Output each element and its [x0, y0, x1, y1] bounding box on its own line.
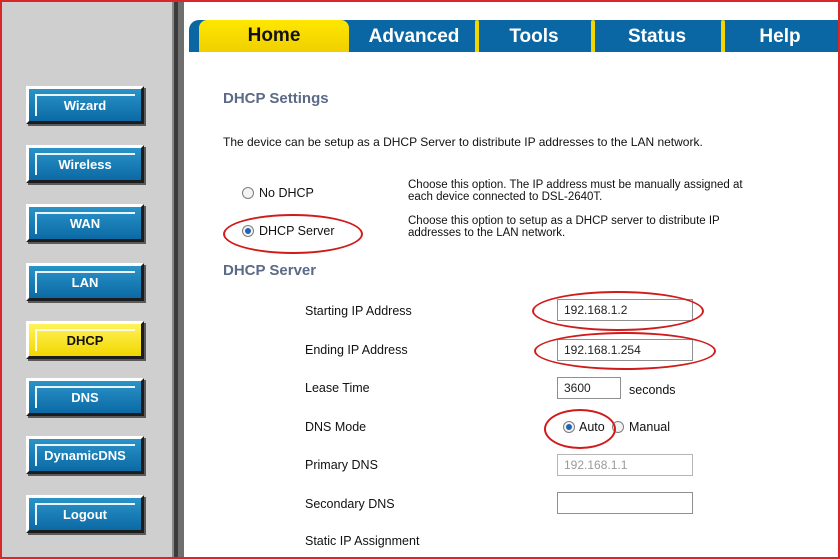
nav-dynamicdns-button[interactable]: DynamicDNS	[26, 436, 144, 474]
nav-lan-label: LAN	[71, 274, 99, 290]
sidebar: Wizard Wireless WAN LAN DHCP DNS Dynamic…	[2, 2, 184, 557]
main-content: DHCP Settings The device can be setup as…	[189, 52, 838, 557]
dns-mode-label: DNS Mode	[305, 420, 367, 434]
dhcp-server-label: DHCP Server	[259, 224, 335, 238]
nav-wizard-button[interactable]: Wizard	[26, 86, 144, 124]
nav-lan-button[interactable]: LAN	[26, 263, 144, 301]
static-ip-assignment-label: Static IP Assignment	[305, 534, 420, 548]
starting-ip-input[interactable]	[557, 299, 693, 321]
tab-home[interactable]: Home	[199, 20, 349, 52]
starting-ip-label: Starting IP Address	[305, 304, 412, 318]
dhcp-settings-description: The device can be setup as a DHCP Server…	[223, 135, 703, 149]
dhcp-server-desc-line1: Choose this option to setup as a DHCP se…	[408, 215, 720, 227]
tab-tools-label: Tools	[509, 26, 559, 47]
nav-wan-button[interactable]: WAN	[26, 204, 144, 242]
no-dhcp-description: Choose this option. The IP address must …	[408, 179, 743, 203]
nav-dns-button[interactable]: DNS	[26, 378, 144, 416]
nav-dhcp-button[interactable]: DHCP	[26, 321, 144, 359]
dhcp-server-radio[interactable]	[242, 225, 254, 237]
ending-ip-label: Ending IP Address	[305, 343, 408, 357]
tab-help[interactable]: Help	[725, 22, 835, 52]
dhcp-settings-heading: DHCP Settings	[223, 90, 329, 107]
tab-help-label: Help	[759, 26, 801, 47]
screenshot-frame: Wizard Wireless WAN LAN DHCP DNS Dynamic…	[0, 0, 840, 559]
dns-manual-label: Manual	[629, 420, 670, 434]
nav-logout-button[interactable]: Logout	[26, 495, 144, 533]
dns-auto-radio[interactable]	[563, 421, 575, 433]
tab-advanced-label: Advanced	[368, 26, 460, 47]
lease-time-input[interactable]	[557, 377, 621, 399]
no-dhcp-label: No DHCP	[259, 186, 314, 200]
secondary-dns-label: Secondary DNS	[305, 497, 395, 511]
no-dhcp-radio[interactable]	[242, 187, 254, 199]
ending-ip-input[interactable]	[557, 339, 693, 361]
dhcp-server-description: Choose this option to setup as a DHCP se…	[408, 215, 720, 239]
tab-home-label: Home	[247, 25, 301, 46]
nav-logout-label: Logout	[62, 506, 108, 522]
dns-auto-label: Auto	[579, 420, 605, 434]
primary-dns-input[interactable]	[557, 454, 693, 476]
lease-time-unit: seconds	[629, 383, 676, 397]
nav-dhcp-label: DHCP	[66, 332, 104, 348]
nav-dns-label: DNS	[71, 389, 99, 405]
tab-tools[interactable]: Tools	[479, 22, 589, 52]
no-dhcp-desc-line1: Choose this option. The IP address must …	[408, 179, 743, 191]
nav-wireless-button[interactable]: Wireless	[26, 145, 144, 183]
nav-wireless-label: Wireless	[58, 156, 112, 172]
top-tab-bar: Home Advanced Tools Status Help	[189, 20, 838, 52]
dhcp-server-desc-line2: addresses to the LAN network.	[408, 227, 566, 239]
nav-dynamicdns-label: DynamicDNS	[44, 447, 126, 463]
lease-time-label: Lease Time	[305, 381, 370, 395]
tab-status-label: Status	[627, 26, 687, 47]
dns-manual-radio[interactable]	[612, 421, 624, 433]
dhcp-server-heading: DHCP Server	[223, 262, 317, 279]
nav-wan-label: WAN	[69, 215, 101, 231]
nav-wizard-label: Wizard	[63, 97, 107, 113]
tab-status[interactable]: Status	[595, 22, 719, 52]
tab-advanced[interactable]: Advanced	[349, 22, 479, 52]
secondary-dns-input[interactable]	[557, 492, 693, 514]
primary-dns-label: Primary DNS	[305, 458, 378, 472]
no-dhcp-desc-line2: each device connected to DSL-2640T.	[408, 191, 603, 203]
